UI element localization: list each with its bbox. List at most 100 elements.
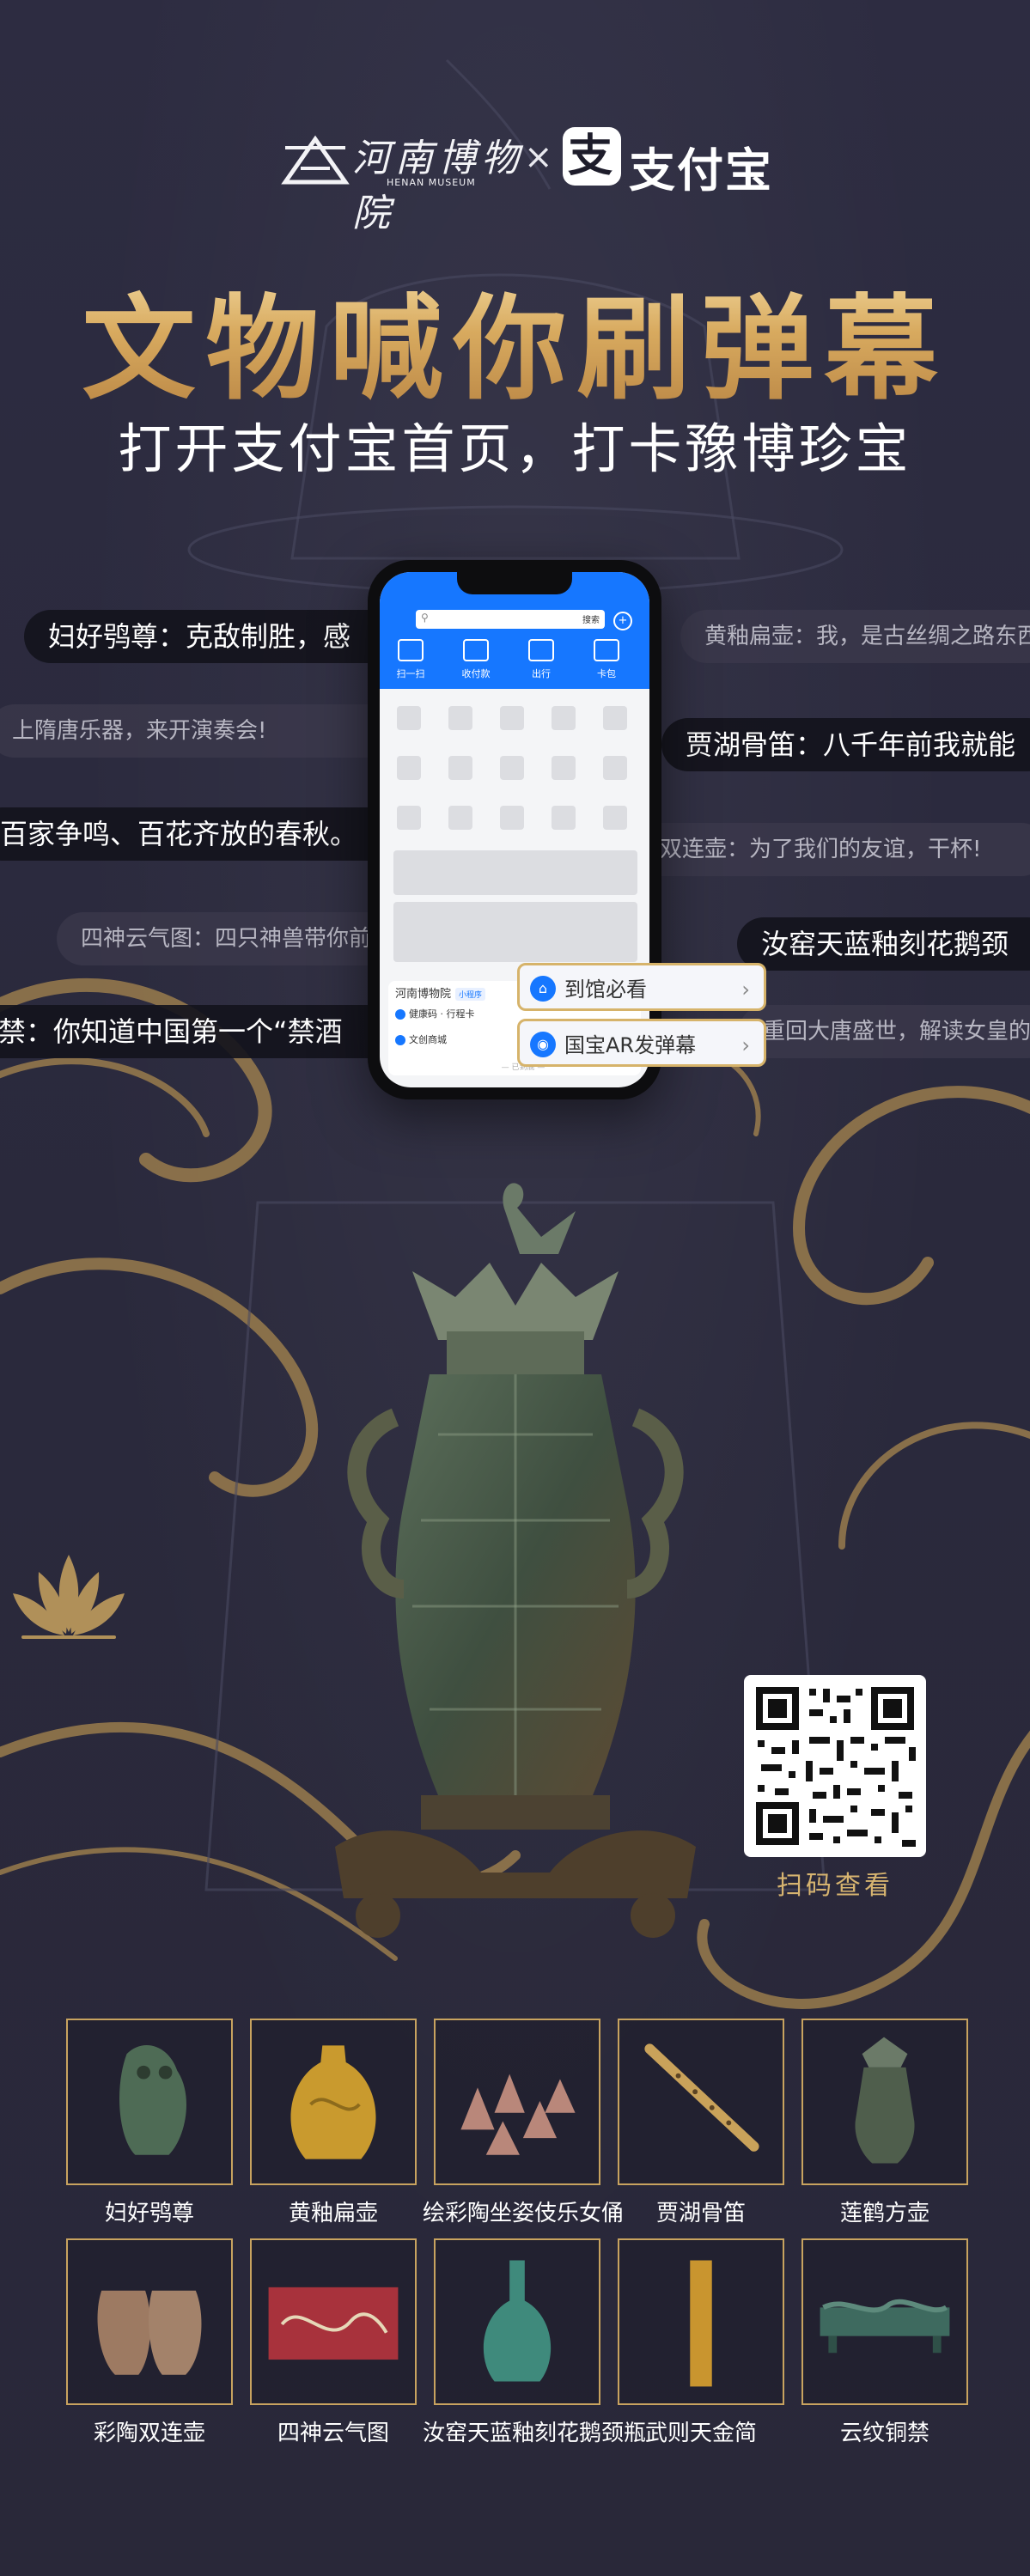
mini-app-tag: 小程序 — [455, 988, 486, 1001]
app-icon-placeholder[interactable] — [448, 806, 472, 830]
quick-action-label: 扫一扫 — [396, 668, 425, 679]
museum-name-en: HENAN MUSEUM — [387, 177, 476, 188]
phone-notch — [457, 572, 572, 594]
double-linked-pot-image — [97, 2290, 202, 2375]
danmaku-item: 四神云气图：四只神兽带你前往 — [57, 912, 417, 965]
app-icon-placeholder[interactable] — [448, 706, 472, 730]
four-deities-mural-image — [268, 2287, 399, 2360]
app-icon-placeholder[interactable] — [603, 756, 627, 780]
qr-code-pattern — [756, 1687, 916, 1847]
lotus-icon — [13, 1555, 125, 1639]
page-title: 文物喊你刷弹幕 — [0, 258, 1030, 422]
artifact-name: 贾湖骨笛 — [655, 2201, 746, 2226]
must-see-button[interactable]: ⌂ 到馆必看 › — [517, 963, 766, 1011]
chevron-right-icon: › — [741, 1033, 750, 1057]
artifact-card[interactable] — [618, 2238, 784, 2405]
artifact-card[interactable] — [66, 2019, 233, 2185]
health-code-icon — [395, 1009, 405, 1020]
app-icon-placeholder[interactable] — [397, 806, 421, 830]
bone-flute-image — [644, 2043, 759, 2152]
brand-header: 河南博物院 HENAN MUSEUM × 支 支付宝 — [0, 120, 1030, 235]
quick-action-pay[interactable]: 收付款 — [450, 639, 502, 680]
ar-danmaku-button[interactable]: ◉ 国宝AR发弹幕 › — [517, 1019, 766, 1067]
content-placeholder — [393, 850, 637, 895]
app-icon-placeholder[interactable] — [552, 806, 576, 830]
card-wallet-icon — [594, 639, 619, 661]
collab-cross: × — [524, 137, 553, 177]
artifact-card[interactable] — [801, 2238, 968, 2405]
quick-action-label: 卡包 — [597, 668, 616, 679]
qr-code[interactable] — [744, 1675, 926, 1857]
app-icon-placeholder[interactable] — [448, 756, 472, 780]
alipay-name: 支付宝 — [629, 143, 773, 198]
henan-museum-logo: 河南博物院 HENAN MUSEUM — [277, 124, 526, 235]
quick-action-cards[interactable]: 卡包 — [581, 639, 632, 680]
mini-app-row-label: 健康码 · 行程卡 — [409, 1008, 475, 1020]
henan-museum-emblem-icon — [281, 135, 350, 185]
content-placeholder — [393, 902, 637, 962]
danmaku-item: 汝窑天蓝釉刻花鹅颈 — [737, 917, 1030, 971]
ru-kiln-vase-image — [483, 2260, 552, 2382]
artifact-card[interactable] — [434, 2238, 600, 2405]
mini-app-row[interactable]: 文创商城 — [395, 1032, 447, 1046]
artifact-name: 彩陶双连壶 — [93, 2421, 205, 2446]
app-icon-placeholder[interactable] — [397, 756, 421, 780]
qr-code-label: 扫码查看 — [777, 1871, 893, 1901]
mini-app-row[interactable]: 健康码 · 行程卡 — [395, 1007, 475, 1020]
danmaku-item: 百家争鸣、百花齐放的春秋。 — [0, 807, 417, 861]
location-icon: ◉ — [530, 1032, 556, 1057]
search-icon: ⚲ — [421, 612, 429, 624]
owl-zun-image — [119, 2044, 186, 2155]
search-input[interactable]: ⚲ 搜索 — [416, 610, 605, 629]
artifact-name: 云纹铜禁 — [839, 2421, 929, 2446]
artifact-name: 黄釉扁壶 — [288, 2201, 378, 2226]
scan-icon — [398, 639, 424, 661]
artifact-card[interactable] — [250, 2019, 417, 2185]
alipay-logo-icon: 支 — [563, 127, 621, 186]
artifact-card[interactable] — [250, 2238, 417, 2405]
yellow-glazed-flask-image — [290, 2045, 376, 2159]
artifact-card[interactable] — [434, 2019, 600, 2185]
artifact-name: 汝窑天蓝釉刻花鹅颈瓶 — [423, 2421, 647, 2446]
danmaku-item: 黄釉扁壶：我，是古丝绸之路东西 — [680, 610, 1030, 663]
page-subtitle: 打开支付宝首页，打卡豫博珍宝 — [118, 417, 912, 480]
quick-action-label: 收付款 — [461, 668, 491, 679]
plus-icon[interactable]: + — [613, 612, 632, 630]
artifact-name: 绘彩陶坐姿伎乐女俑 — [423, 2201, 625, 2226]
artifact-card[interactable] — [618, 2019, 784, 2185]
danmaku-item: 重回大唐盛世，解读女皇的祈福 — [739, 1005, 1030, 1058]
danmaku-item: 双连壶：为了我们的友谊，干杯! — [636, 823, 1030, 876]
quick-action-scan[interactable]: 扫一扫 — [385, 639, 436, 680]
quick-action-travel[interactable]: 出行 — [515, 639, 567, 680]
danmaku-item: 禁：你知道中国第一个“禁酒 — [0, 1005, 417, 1058]
payment-icon — [463, 639, 489, 661]
search-button[interactable]: 搜索 — [582, 612, 600, 625]
danmaku-item: 上隋唐乐器，来开演奏会! — [0, 704, 395, 758]
wu-zetian-gold-slip-image — [690, 2260, 712, 2387]
artifact-name: 莲鹤方壶 — [839, 2201, 929, 2226]
mini-app-title: 河南博物院 — [395, 988, 452, 1001]
lotus-crane-square-pot-image — [335, 1183, 696, 1938]
artifact-name: 妇好鸮尊 — [104, 2201, 194, 2226]
artifact-card[interactable] — [66, 2238, 233, 2405]
app-icon-placeholder[interactable] — [552, 706, 576, 730]
danmaku-item: 贾湖骨笛：八千年前我就能 — [661, 718, 1030, 771]
alipay-glyph: 支 — [568, 131, 613, 182]
app-icon-placeholder[interactable] — [603, 806, 627, 830]
artifact-card[interactable] — [801, 2019, 968, 2185]
app-icon-placeholder[interactable] — [500, 706, 524, 730]
app-icon-placeholder[interactable] — [500, 756, 524, 780]
danmaku-item: 妇好鸮尊：克敌制胜，感 — [24, 610, 417, 663]
artifact-name: 武则天金简 — [644, 2421, 757, 2446]
cloud-pattern-bronze-jin-image — [820, 2299, 950, 2354]
museum-icon: ⌂ — [530, 976, 556, 1002]
app-icon-placeholder[interactable] — [500, 806, 524, 830]
ar-danmaku-label: 国宝AR发弹幕 — [564, 1033, 697, 1057]
app-icon-placeholder[interactable] — [397, 706, 421, 730]
painted-musician-figurines-image — [460, 2074, 576, 2155]
shop-icon — [395, 1035, 405, 1045]
must-see-label: 到馆必看 — [564, 977, 647, 1002]
quick-action-label: 出行 — [532, 668, 551, 679]
app-icon-placeholder[interactable] — [603, 706, 627, 730]
app-icon-placeholder[interactable] — [552, 756, 576, 780]
